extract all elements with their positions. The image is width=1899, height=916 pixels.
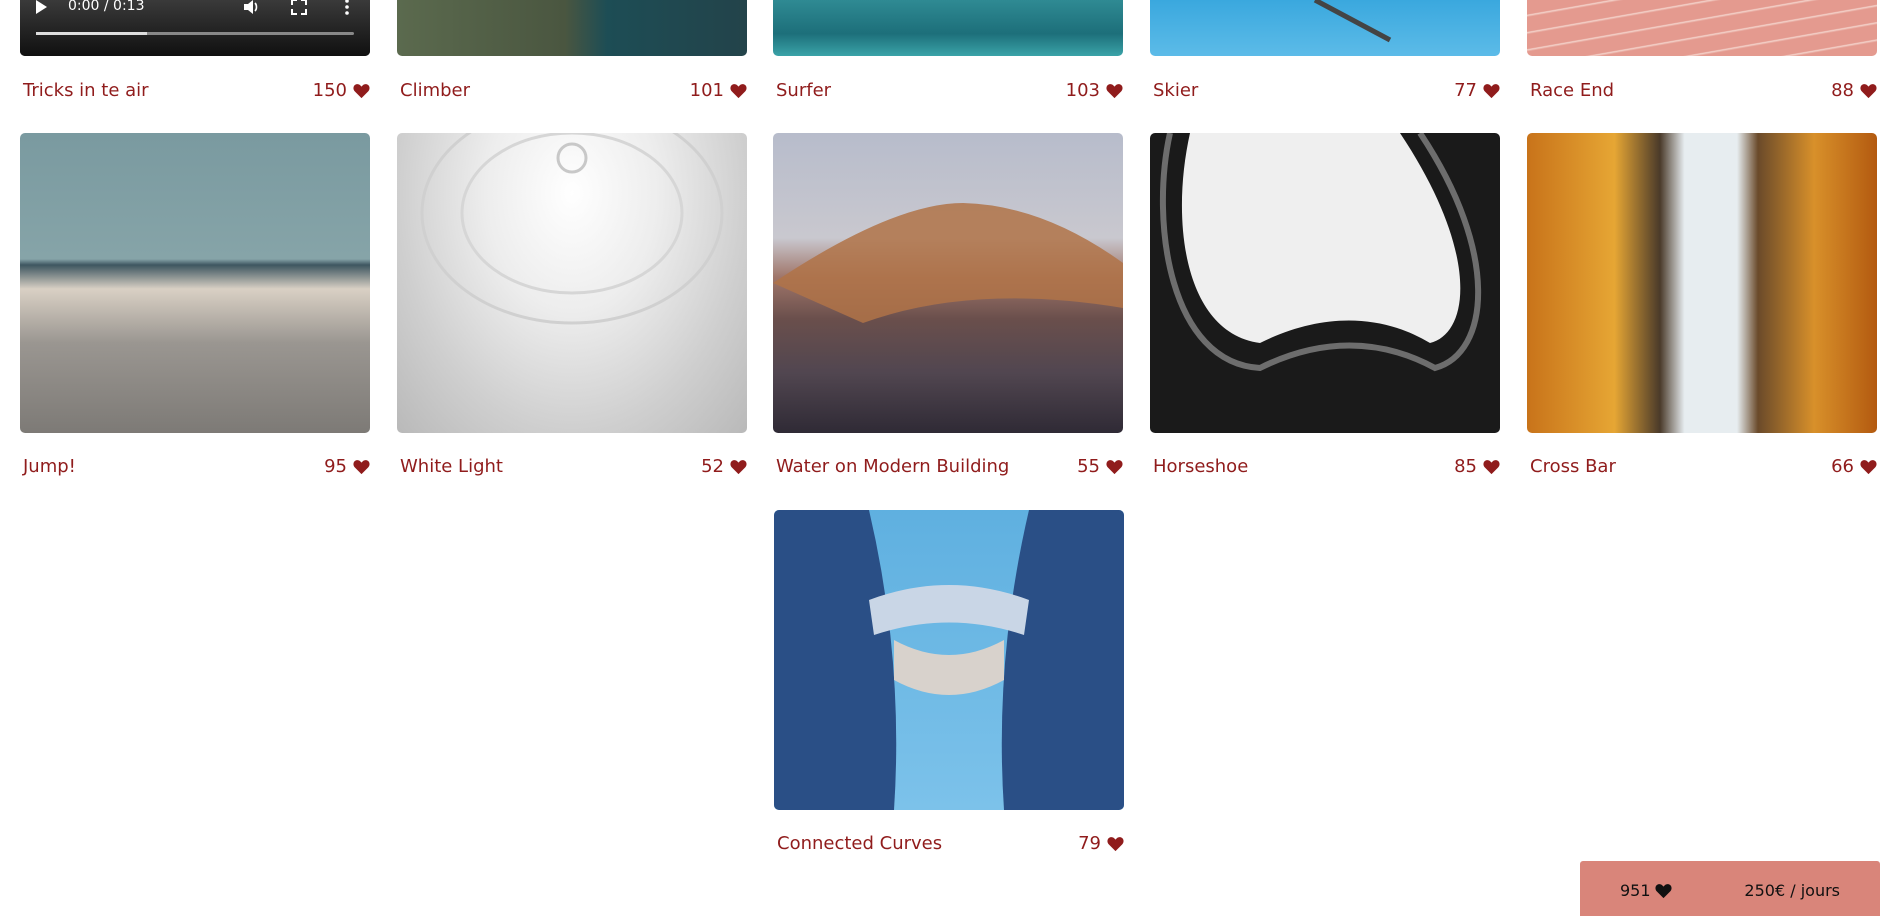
like-number: 85 [1454,456,1477,477]
connected-curves-image[interactable] [774,510,1124,810]
heart-icon [1654,883,1672,899]
daily-rate: 250€ / jours [1744,881,1840,900]
card-meta: Skier 77 [1150,76,1500,106]
likes-rate-footer: 951 250€ / jours [1580,861,1880,916]
fullscreen-icon[interactable] [290,0,308,16]
like-number: 79 [1078,833,1101,854]
like-count: 88 [1831,80,1877,101]
video-player[interactable]: 0:00 / 0:13 [20,0,370,56]
card-meta: Surfer 103 [773,76,1123,106]
like-count: 55 [1077,456,1123,477]
jump-image[interactable] [20,133,370,433]
heart-icon[interactable] [1860,83,1877,99]
heart-icon[interactable] [1106,459,1123,475]
card-meta: Climber 101 [397,76,747,106]
like-number: 95 [324,456,347,477]
like-count: 101 [690,80,747,101]
media-card: Water on Modern Building 55 [773,133,1123,477]
card-title[interactable]: Skier [1153,80,1198,101]
card-meta: Horseshoe 85 [1150,452,1500,482]
video-progress-bar[interactable] [36,32,354,35]
like-number: 52 [701,456,724,477]
like-count: 95 [324,456,370,477]
like-number: 66 [1831,456,1854,477]
card-meta: Race End 88 [1527,76,1877,106]
heart-icon[interactable] [730,83,747,99]
heart-icon[interactable] [353,459,370,475]
like-number: 77 [1454,80,1477,101]
like-count: 52 [701,456,747,477]
heart-icon[interactable] [1860,459,1877,475]
card-meta: Tricks in te air 150 [20,76,370,106]
card-title[interactable]: Jump! [23,456,76,477]
video-time: 0:00 / 0:13 [68,0,145,14]
surfer-image[interactable] [773,0,1123,56]
climber-image[interactable] [397,0,747,56]
race-end-image[interactable] [1527,0,1877,56]
media-card: 0:00 / 0:13 Tricks in te air 150 [20,0,370,101]
more-options-icon[interactable] [338,0,356,16]
card-title[interactable]: Water on Modern Building [776,456,1009,477]
like-number: 101 [689,80,724,101]
media-card: Connected Curves 79 [774,510,1124,854]
card-meta: Cross Bar 66 [1527,452,1877,482]
heart-icon[interactable] [1107,836,1124,852]
card-title[interactable]: Climber [400,80,470,101]
card-title[interactable]: Surfer [776,80,831,101]
media-card: White Light 52 [397,133,747,477]
volume-icon[interactable] [242,0,260,16]
media-card: Climber 101 [397,0,747,101]
card-title[interactable]: Tricks in te air [23,80,149,101]
heart-icon[interactable] [1483,459,1500,475]
card-meta: Water on Modern Building 55 [773,452,1123,482]
play-icon[interactable] [36,0,47,14]
like-count: 103 [1066,80,1123,101]
media-card: Race End 88 [1527,0,1877,101]
card-title[interactable]: Horseshoe [1153,456,1248,477]
heart-icon[interactable] [730,459,747,475]
skier-image[interactable] [1150,0,1500,56]
water-building-image[interactable] [773,133,1123,433]
like-count: 79 [1078,833,1124,854]
media-card: Horseshoe 85 [1150,133,1500,477]
like-count: 66 [1831,456,1877,477]
heart-icon[interactable] [1483,83,1500,99]
horseshoe-image[interactable] [1150,133,1500,433]
like-number: 103 [1065,80,1100,101]
cross-bar-image[interactable] [1527,133,1877,433]
media-card: Surfer 103 [773,0,1123,101]
total-likes-number: 951 [1620,881,1651,900]
like-count: 77 [1454,80,1500,101]
card-meta: White Light 52 [397,452,747,482]
card-title[interactable]: Cross Bar [1530,456,1616,477]
card-title[interactable]: Race End [1530,80,1614,101]
media-card: Cross Bar 66 [1527,133,1877,477]
card-meta: Connected Curves 79 [774,829,1124,859]
media-card: Skier 77 [1150,0,1500,101]
video-controls: 0:00 / 0:13 [20,0,370,56]
heart-icon[interactable] [1106,83,1123,99]
card-title[interactable]: White Light [400,456,503,477]
heart-icon[interactable] [353,83,370,99]
like-number: 88 [1831,80,1854,101]
like-number: 150 [312,80,347,101]
card-meta: Jump! 95 [20,452,370,482]
media-card: Jump! 95 [20,133,370,477]
total-likes: 951 [1620,881,1672,900]
like-count: 150 [313,80,370,101]
card-title[interactable]: Connected Curves [777,833,942,854]
white-light-image[interactable] [397,133,747,433]
like-number: 55 [1077,456,1100,477]
like-count: 85 [1454,456,1500,477]
